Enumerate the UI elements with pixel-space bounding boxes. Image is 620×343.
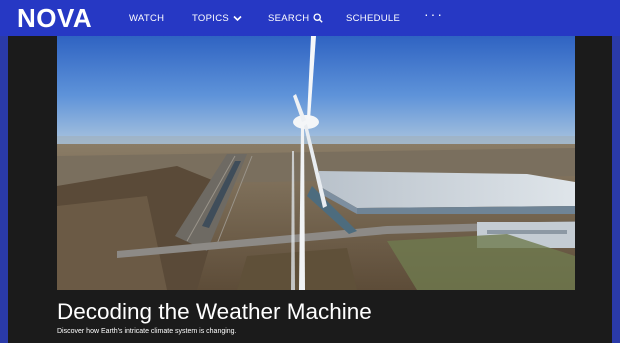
episode-title[interactable]: Decoding the Weather Machine <box>57 300 372 324</box>
nav-search[interactable]: SEARCH <box>268 0 324 36</box>
nav-watch[interactable]: WATCH <box>129 0 164 36</box>
more-dots-icon: ··· <box>424 6 444 22</box>
hero-image-illustration <box>57 36 575 290</box>
left-frame-border <box>0 0 8 343</box>
more-menu-button[interactable]: ··· <box>424 0 444 32</box>
nav-watch-label: WATCH <box>129 12 165 24</box>
hero-image[interactable] <box>57 36 575 290</box>
nova-logo[interactable]: NOVA <box>17 5 92 31</box>
search-icon <box>313 13 324 23</box>
nav-search-label: SEARCH <box>268 12 310 24</box>
top-navigation-bar: NOVA WATCH TOPICS SEARCH SCHEDULE ··· <box>0 0 620 36</box>
nav-topics[interactable]: TOPICS <box>192 0 242 36</box>
nav-topics-label: TOPICS <box>192 12 229 24</box>
nav-schedule[interactable]: SCHEDULE <box>346 0 400 36</box>
right-frame-border <box>612 0 620 343</box>
chevron-down-icon <box>233 15 242 22</box>
nav-schedule-label: SCHEDULE <box>346 12 401 24</box>
episode-description: Discover how Earth's intricate climate s… <box>57 328 237 335</box>
